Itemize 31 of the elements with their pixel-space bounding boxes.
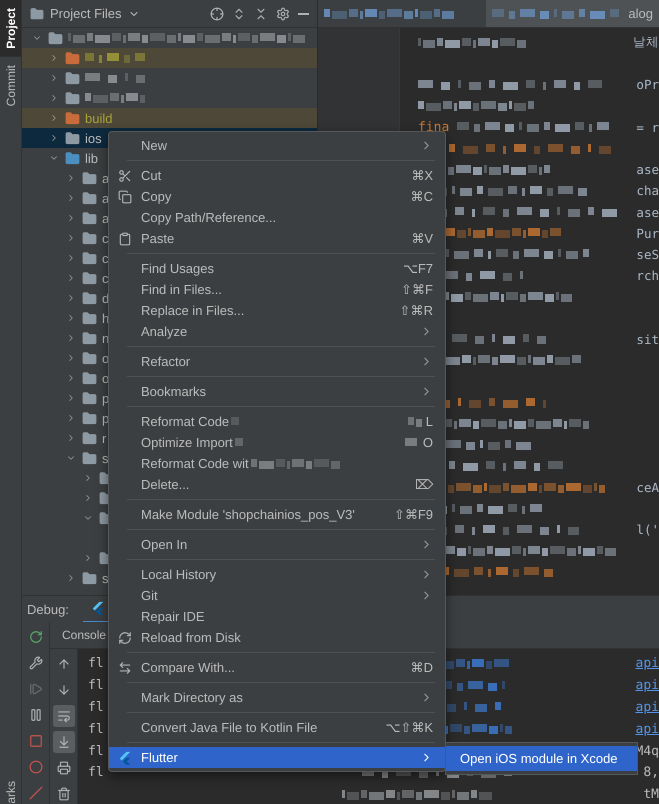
console-text: fl (88, 744, 104, 759)
console-text: fl (88, 700, 104, 715)
code-text: rch (636, 268, 659, 284)
code-text: l(' (636, 522, 659, 538)
tree-item-name: build (85, 110, 112, 126)
code-text: = r (636, 120, 659, 135)
code-text: ceA (636, 480, 659, 496)
tree-item-name: c (102, 230, 108, 246)
tree-item-name: s (102, 570, 108, 586)
tree-item-name: s (102, 450, 108, 466)
code-text: 날체 (633, 34, 659, 52)
panel-title: Debug: (27, 602, 69, 616)
console-text: fl (88, 765, 104, 780)
console-text: 8, (643, 765, 659, 780)
code-text: ase (636, 162, 659, 178)
code-text: seS (636, 246, 659, 262)
code-text: cha (636, 183, 659, 198)
tree-item-name: lib (85, 150, 98, 166)
console-text: fl (88, 656, 104, 672)
console-text: fl (88, 722, 104, 737)
console-text: tM (643, 787, 659, 802)
code-text: oPr (636, 77, 659, 92)
tree-item-name: c (102, 250, 108, 266)
code-text: ase (636, 204, 659, 220)
code-text: sit (636, 332, 659, 347)
tree-item-name: r (102, 430, 106, 446)
tree-item-name: ios (85, 130, 102, 146)
code-text: Pur (636, 226, 659, 241)
console-text: fl (88, 678, 104, 694)
tree-item-name: c (102, 270, 108, 286)
code-text: fina (418, 120, 450, 135)
